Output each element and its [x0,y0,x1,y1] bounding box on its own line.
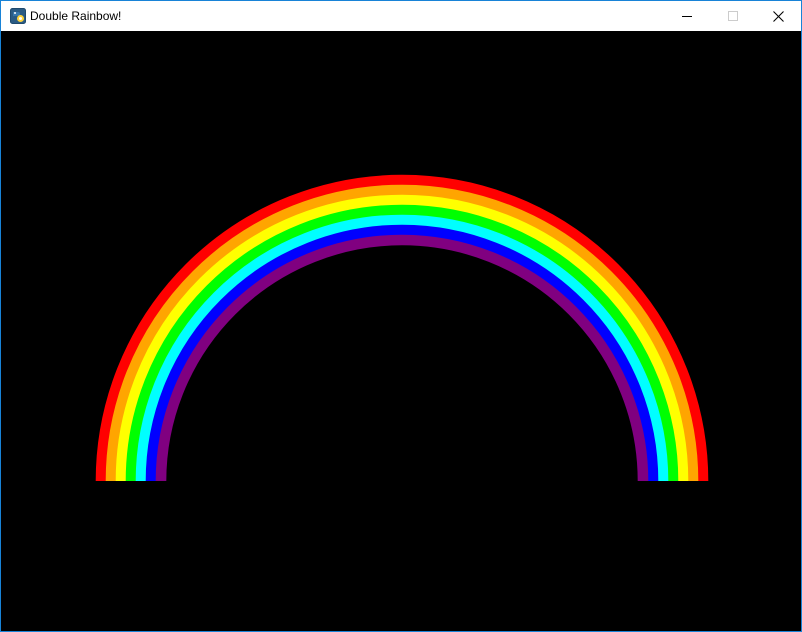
title-bar[interactable]: Double Rainbow! [1,1,801,31]
app-window: Double Rainbow! [0,0,802,632]
close-icon [772,10,784,22]
window-title: Double Rainbow! [30,9,122,23]
rainbow-drawing [1,31,801,631]
canvas-background [1,31,801,631]
drawing-canvas [1,31,801,631]
python-icon [10,8,26,24]
minimize-icon [682,16,692,17]
maximize-button [710,1,756,31]
minimize-button[interactable] [664,1,710,31]
maximize-icon [728,11,738,21]
close-button[interactable] [755,1,801,31]
